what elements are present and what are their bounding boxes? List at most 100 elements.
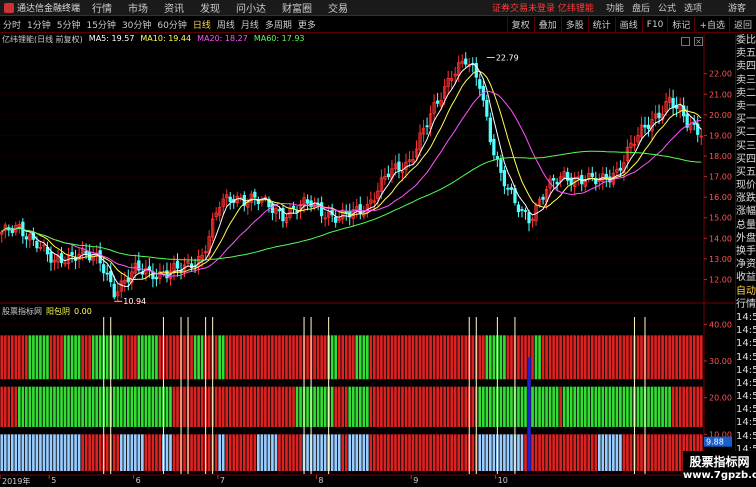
indicator-bar (172, 386, 176, 427)
indicator-bar (351, 434, 355, 471)
indicator-bar (478, 386, 482, 427)
indicator-bar (292, 386, 295, 427)
indicator-bar (436, 386, 439, 427)
kline-chart-area[interactable]: 12.00 13.00 14.00 15.00 16.00 17.00 18.00 19.00… (0, 0, 735, 487)
indicator-bar (464, 386, 468, 427)
indicator-bar (49, 434, 53, 471)
indicator-bar (492, 335, 496, 380)
indicator-bar (56, 386, 60, 427)
indicator-bar (478, 335, 482, 380)
indicator-bar (541, 335, 545, 380)
indicator-bar (98, 335, 102, 380)
candle-body (334, 216, 338, 223)
indicator-bar (355, 386, 359, 427)
indicator-bar (239, 434, 243, 471)
indicator-bar (590, 434, 594, 471)
indicator-bar (538, 335, 541, 380)
indicator-bar (285, 335, 288, 380)
indicator-bar (313, 335, 316, 380)
indicator-bar (295, 434, 299, 471)
side-tick-time: 14:5 (736, 391, 756, 403)
indicator-bar (165, 335, 169, 380)
date-axis-label: 10 (497, 476, 508, 485)
indicator-bar (288, 434, 292, 471)
indicator-bar (481, 434, 485, 471)
indicator-bar (671, 386, 675, 427)
indicator-bar (601, 434, 605, 471)
indicator-bar (344, 335, 348, 380)
close-icon[interactable]: × (694, 37, 703, 46)
indicator-bar (197, 434, 200, 471)
indicator-bar (46, 386, 49, 427)
candle-body (464, 58, 468, 65)
candle-body (590, 172, 594, 177)
indicator-bar (446, 434, 450, 471)
indicator-bar (0, 386, 4, 427)
indicator-bar (225, 434, 229, 471)
indicator-bar (682, 386, 686, 427)
indicator-bar (7, 434, 11, 471)
indicator-bar (485, 386, 489, 427)
indicator-bar (313, 434, 316, 471)
indicator-bar (418, 434, 422, 471)
indicator-bar (619, 335, 622, 380)
indicator-bar (654, 335, 657, 380)
indicator-bar (668, 335, 671, 380)
indicator-bar (133, 335, 137, 380)
side-auto-toggle[interactable]: 自动 (736, 285, 756, 298)
indicator-bar (583, 434, 587, 471)
indicator-bar (545, 335, 548, 380)
indicator-bar (221, 335, 225, 380)
candle-body (295, 210, 299, 213)
indicator-bar (32, 335, 35, 380)
indicator-bar (98, 434, 102, 471)
indicator-bar (218, 335, 222, 380)
window-box-icon[interactable] (681, 37, 690, 46)
indicator-bar (397, 386, 401, 427)
price-tick-label: 13.00 (709, 255, 732, 264)
indicator-bar (348, 434, 352, 471)
indicator-bar (562, 434, 566, 471)
indicator-bar (387, 335, 390, 380)
indicator-bar (257, 386, 260, 427)
indicator-bar (239, 335, 243, 380)
indicator-bar (562, 335, 566, 380)
price-annotation: 10.94 (123, 297, 146, 306)
indicator-bar (137, 386, 141, 427)
indicator-bar (615, 434, 619, 471)
indicator-bar (281, 335, 285, 380)
indicator-bar (119, 434, 123, 471)
indicator-bar (446, 386, 450, 427)
indicator-bar (453, 335, 457, 380)
side-item: 外盘 (736, 232, 756, 244)
indicator-bar (77, 386, 81, 427)
indicator-bar (32, 386, 35, 427)
candle-body (277, 209, 282, 212)
indicator-bar (67, 386, 70, 427)
indicator-bar (682, 335, 686, 380)
indicator-bar (123, 386, 127, 427)
indicator-bar (548, 386, 552, 427)
indicator-tick-label: 40.00 (709, 320, 732, 329)
indicator-bar (538, 434, 541, 471)
indicator-bar (629, 335, 633, 380)
indicator-bar (615, 335, 619, 380)
side-tick-time: 14:5 (736, 325, 756, 337)
candle-body (319, 202, 324, 217)
indicator-bar (295, 335, 299, 380)
indicator-bar (67, 335, 70, 380)
side-item: 收益 (736, 272, 756, 284)
indicator-bar (221, 386, 225, 427)
indicator-bar (172, 434, 176, 471)
date-axis-label: 8 (318, 476, 324, 485)
candle-body (291, 205, 296, 209)
indicator-bar (492, 434, 496, 471)
indicator-bar (629, 434, 633, 471)
indicator-bar (25, 335, 28, 380)
indicator-bar (17, 434, 21, 471)
indicator-bar (692, 335, 696, 380)
indicator-title: 阳包阴 (46, 306, 70, 316)
indicator-bar (394, 434, 397, 471)
indicator-bar (358, 386, 362, 427)
indicator-bar (77, 335, 81, 380)
